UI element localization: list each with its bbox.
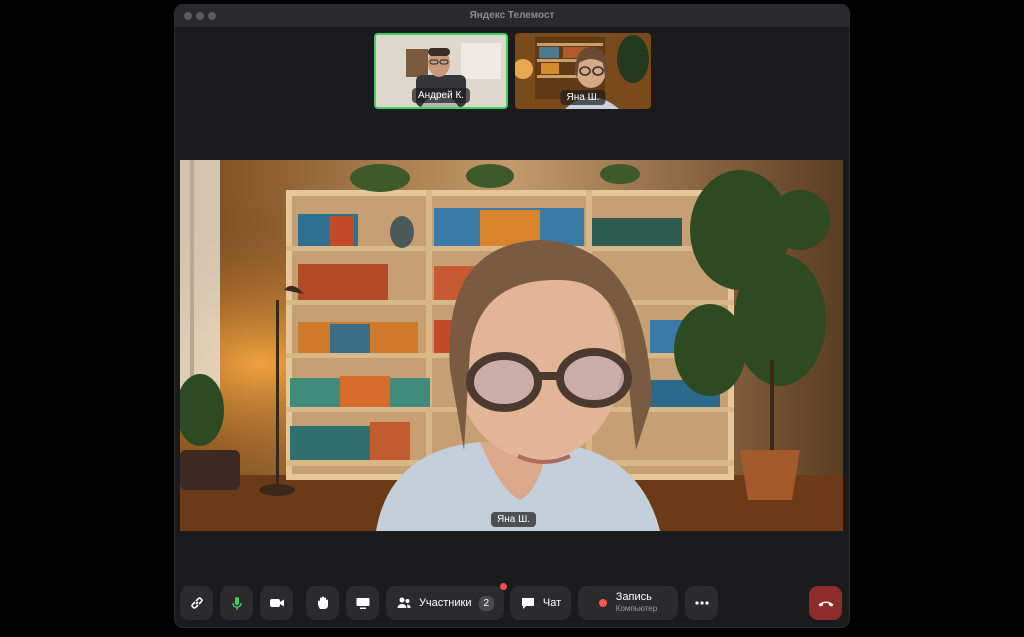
participants-button[interactable]: Участники 2 xyxy=(386,583,507,620)
chat-label: Чат xyxy=(542,597,562,609)
chat-button[interactable]: Чат xyxy=(510,586,571,620)
more-icon xyxy=(694,601,709,605)
participants-count-badge: 2 xyxy=(478,595,495,611)
speaker-video-frame xyxy=(180,160,843,531)
raise-hand-icon xyxy=(317,596,328,609)
notification-dot xyxy=(500,583,507,590)
participant-name-tag: Яна Ш. xyxy=(560,90,606,105)
speaker-name-tag: Яна Ш. xyxy=(491,512,537,527)
main-speaker-video xyxy=(180,160,843,531)
record-icon xyxy=(598,599,607,607)
more-button[interactable] xyxy=(685,586,718,620)
record-label: Запись xyxy=(615,591,652,603)
screen-share-button[interactable] xyxy=(346,586,379,620)
microphone-icon xyxy=(231,597,242,610)
screen-share-icon xyxy=(356,598,369,609)
microphone-button[interactable] xyxy=(220,586,253,620)
record-button[interactable]: Запись Компьютер xyxy=(578,586,678,620)
chat-icon xyxy=(521,598,534,609)
copy-link-button[interactable] xyxy=(180,586,213,620)
camera-button[interactable] xyxy=(260,586,293,620)
title-bar: Яндекс Телемост xyxy=(175,5,849,27)
end-call-icon xyxy=(818,601,833,607)
participant-name-tag: Андрей К. xyxy=(411,88,471,103)
record-sublabel: Компьютер xyxy=(615,604,658,613)
link-icon xyxy=(190,597,203,609)
participant-tile-andrey[interactable]: Андрей К. xyxy=(374,33,508,109)
call-toolbar: Участники 2 Чат Запись Компьютер xyxy=(0,583,1024,622)
participants-icon xyxy=(397,597,411,608)
camera-icon xyxy=(269,599,284,607)
participants-label: Участники xyxy=(418,597,472,609)
raise-hand-button[interactable] xyxy=(306,586,339,620)
window-title: Яндекс Телемост xyxy=(469,10,555,21)
end-call-button[interactable] xyxy=(809,586,842,620)
participant-tile-yana[interactable]: Яна Ш. xyxy=(515,33,651,109)
